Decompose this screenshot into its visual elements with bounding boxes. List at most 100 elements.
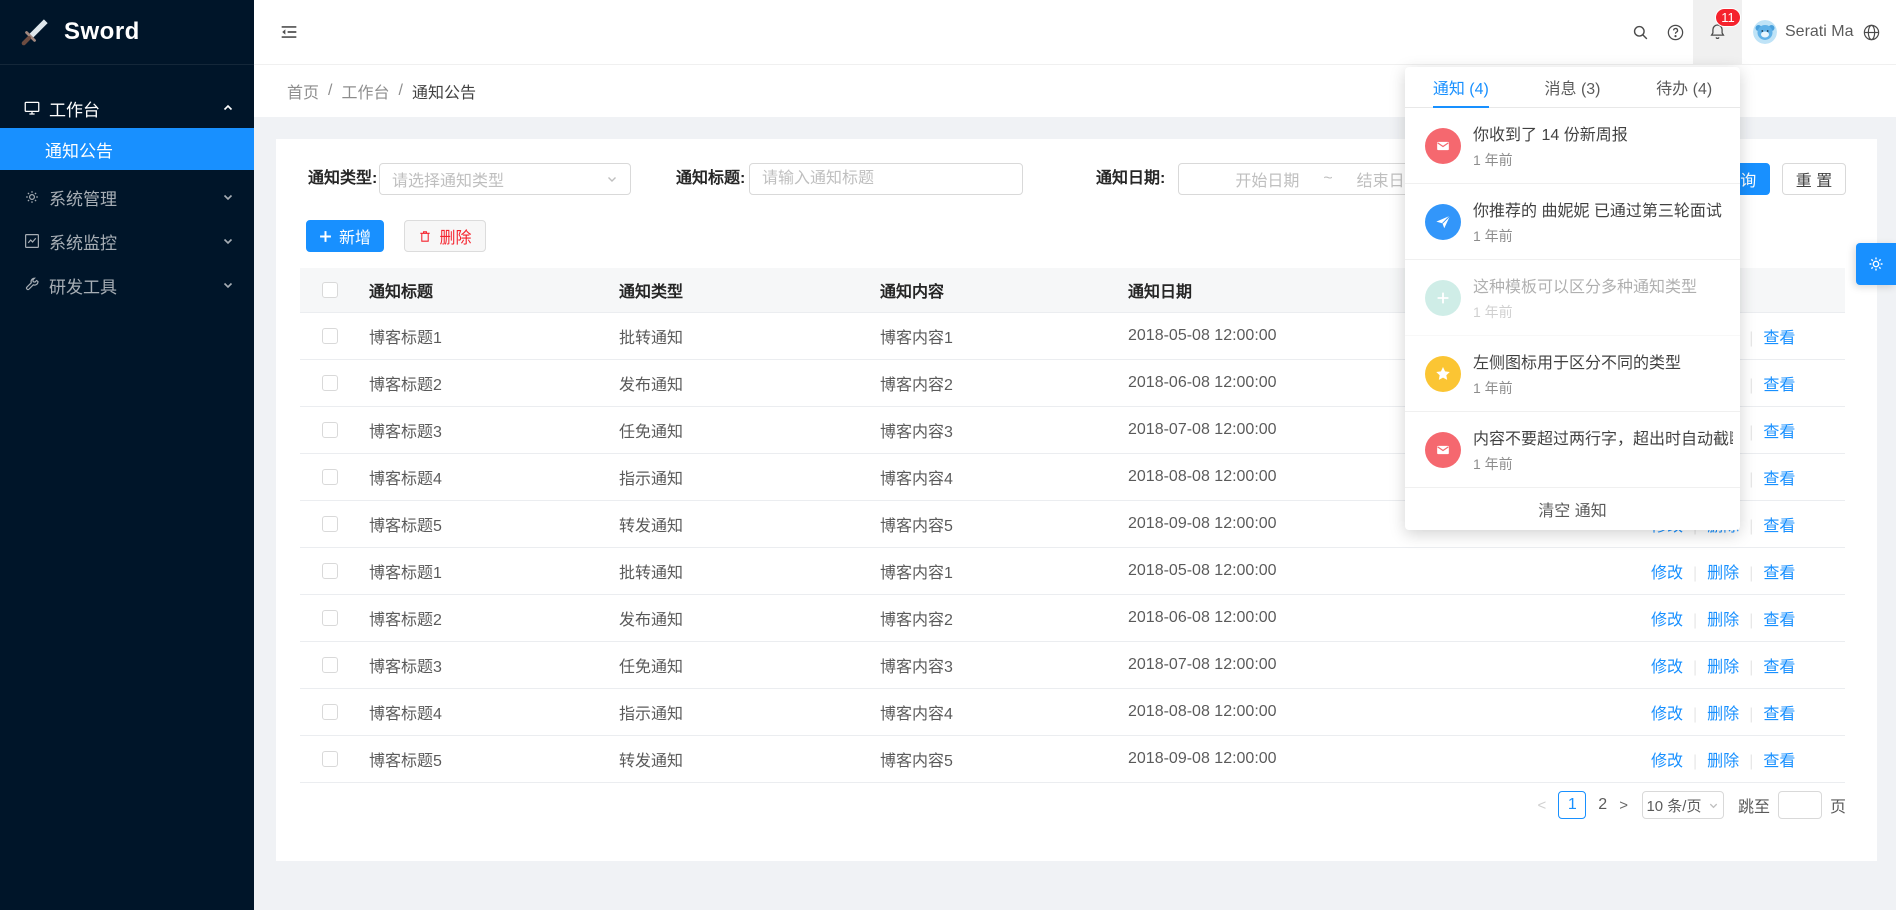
notification-item[interactable]: 左侧图标用于区分不同的类型 1 年前	[1405, 336, 1740, 412]
select-all-checkbox[interactable]	[322, 282, 338, 298]
notification-item-read[interactable]: 这种模板可以区分多种通知类型 1 年前	[1405, 260, 1740, 336]
row-checkbox[interactable]	[322, 610, 338, 626]
row-delete-link[interactable]: 删除	[1707, 565, 1739, 582]
cell-content: 博客内容1	[871, 313, 1119, 360]
row-edit-link[interactable]: 修改	[1651, 753, 1683, 770]
dove-icon	[1425, 204, 1461, 240]
notification-item[interactable]: 你推荐的 曲妮妮 已通过第三轮面试 1 年前	[1405, 184, 1740, 260]
row-checkbox[interactable]	[322, 516, 338, 532]
row-view-link[interactable]: 查看	[1763, 330, 1795, 347]
notification-item[interactable]: 内容不要超过两行字，超出时自动截断 1 年前	[1405, 412, 1740, 488]
row-delete-link[interactable]: 删除	[1707, 612, 1739, 629]
gear-icon	[23, 188, 41, 206]
row-edit-link[interactable]: 修改	[1651, 706, 1683, 723]
page-unit-label: 页	[1830, 793, 1846, 817]
delete-button[interactable]: 删除	[404, 220, 486, 252]
sidebar-item-devtools[interactable]: 研发工具	[0, 265, 254, 305]
pagination-page-2[interactable]: 2	[1598, 796, 1607, 814]
reset-button[interactable]: 重 置	[1782, 163, 1846, 195]
cell-content: 博客内容3	[871, 642, 1119, 689]
table-row: 博客标题2发布通知博客内容22018-06-08 12:00:00修改|删除|查…	[300, 595, 1845, 642]
row-view-link[interactable]: 查看	[1763, 377, 1795, 394]
row-checkbox[interactable]	[322, 704, 338, 720]
row-view-link[interactable]: 查看	[1763, 471, 1795, 488]
action-divider: |	[1749, 424, 1753, 441]
clear-notifications-button[interactable]: 清空 通知	[1405, 488, 1740, 530]
notification-tabs: 通知 (4) 消息 (3) 待办 (4)	[1405, 67, 1740, 108]
avatar[interactable]	[1753, 20, 1777, 44]
page-size-select[interactable]: 10 条/页	[1642, 791, 1724, 819]
cell-date: 2018-09-08 12:00:00	[1119, 501, 1419, 548]
row-checkbox[interactable]	[322, 422, 338, 438]
table-row: 博客标题3任免通知博客内容32018-07-08 12:00:00修改|删除|查…	[300, 642, 1845, 689]
row-checkbox[interactable]	[322, 375, 338, 391]
sidebar-item-monitor[interactable]: 系统监控	[0, 221, 254, 261]
cell-type: 指示通知	[610, 454, 871, 501]
breadcrumb-home[interactable]: 首页	[287, 79, 319, 103]
notification-item[interactable]: 你收到了 14 份新周报 1 年前	[1405, 108, 1740, 184]
jump-label: 跳至	[1738, 793, 1770, 817]
search-icon[interactable]	[1620, 0, 1660, 64]
action-divider: |	[1749, 518, 1753, 535]
globe-icon[interactable]	[1851, 0, 1891, 64]
sidebar-item-system[interactable]: 系统管理	[0, 177, 254, 217]
row-view-link[interactable]: 查看	[1763, 753, 1795, 770]
column-title: 通知标题	[360, 268, 610, 313]
row-edit-link[interactable]: 修改	[1651, 612, 1683, 629]
row-edit-link[interactable]: 修改	[1651, 659, 1683, 676]
help-icon[interactable]	[1655, 0, 1695, 64]
add-button[interactable]: 新增	[306, 220, 384, 252]
column-date: 通知日期	[1119, 268, 1419, 313]
tab-message[interactable]: 消息 (3)	[1517, 67, 1629, 107]
cell-content: 博客内容4	[871, 454, 1119, 501]
cell-date: 2018-08-08 12:00:00	[1119, 454, 1419, 501]
notice-title-input[interactable]	[749, 163, 1023, 195]
row-view-link[interactable]: 查看	[1763, 424, 1795, 441]
sidebar: Sword 工作台 通知公告 系统管理	[0, 0, 254, 910]
filter-title-label: 通知标题:	[676, 163, 745, 195]
tab-notice[interactable]: 通知 (4)	[1405, 67, 1517, 107]
notifications-bell[interactable]: 11	[1693, 0, 1742, 64]
cell-date: 2018-06-08 12:00:00	[1119, 360, 1419, 407]
tab-todo[interactable]: 待办 (4)	[1628, 67, 1740, 107]
row-edit-link[interactable]: 修改	[1651, 565, 1683, 582]
user-name[interactable]: Serati Ma	[1785, 0, 1853, 64]
sidebar-item-label: 工作台	[49, 96, 100, 121]
chevron-down-icon	[1708, 800, 1719, 811]
row-checkbox[interactable]	[322, 328, 338, 344]
pagination-page-1[interactable]: 1	[1558, 791, 1586, 819]
jump-page-input[interactable]	[1778, 791, 1822, 819]
chart-icon	[23, 232, 41, 250]
row-checkbox[interactable]	[322, 469, 338, 485]
action-divider: |	[1749, 612, 1753, 629]
row-view-link[interactable]: 查看	[1763, 659, 1795, 676]
cell-type: 批转通知	[610, 548, 871, 595]
cell-content: 博客内容4	[871, 689, 1119, 736]
action-divider: |	[1749, 471, 1753, 488]
row-delete-link[interactable]: 删除	[1707, 753, 1739, 770]
row-view-link[interactable]: 查看	[1763, 518, 1795, 535]
cell-date: 2018-05-08 12:00:00	[1119, 548, 1419, 595]
logo[interactable]: Sword	[0, 0, 254, 65]
filter-date-label: 通知日期:	[1096, 163, 1165, 195]
row-checkbox[interactable]	[322, 657, 338, 673]
row-view-link[interactable]: 查看	[1763, 612, 1795, 629]
pagination-prev[interactable]: <	[1538, 797, 1547, 814]
menu-fold-icon[interactable]	[278, 21, 300, 43]
breadcrumb-section[interactable]: 工作台	[341, 79, 389, 103]
notice-type-select[interactable]: 请选择通知类型	[379, 163, 631, 195]
settings-gear-button[interactable]	[1856, 243, 1896, 285]
cell-date: 2018-05-08 12:00:00	[1119, 313, 1419, 360]
row-view-link[interactable]: 查看	[1763, 565, 1795, 582]
row-delete-link[interactable]: 删除	[1707, 706, 1739, 723]
row-checkbox[interactable]	[322, 751, 338, 767]
row-delete-link[interactable]: 删除	[1707, 659, 1739, 676]
sidebar-item-notice[interactable]: 通知公告	[0, 128, 254, 170]
row-checkbox[interactable]	[322, 563, 338, 579]
pagination-next[interactable]: >	[1619, 797, 1628, 814]
app-title: Sword	[64, 18, 140, 46]
row-view-link[interactable]: 查看	[1763, 706, 1795, 723]
cell-content: 博客内容5	[871, 736, 1119, 783]
column-content: 通知内容	[871, 268, 1119, 313]
sidebar-item-workbench[interactable]: 工作台	[0, 88, 254, 128]
